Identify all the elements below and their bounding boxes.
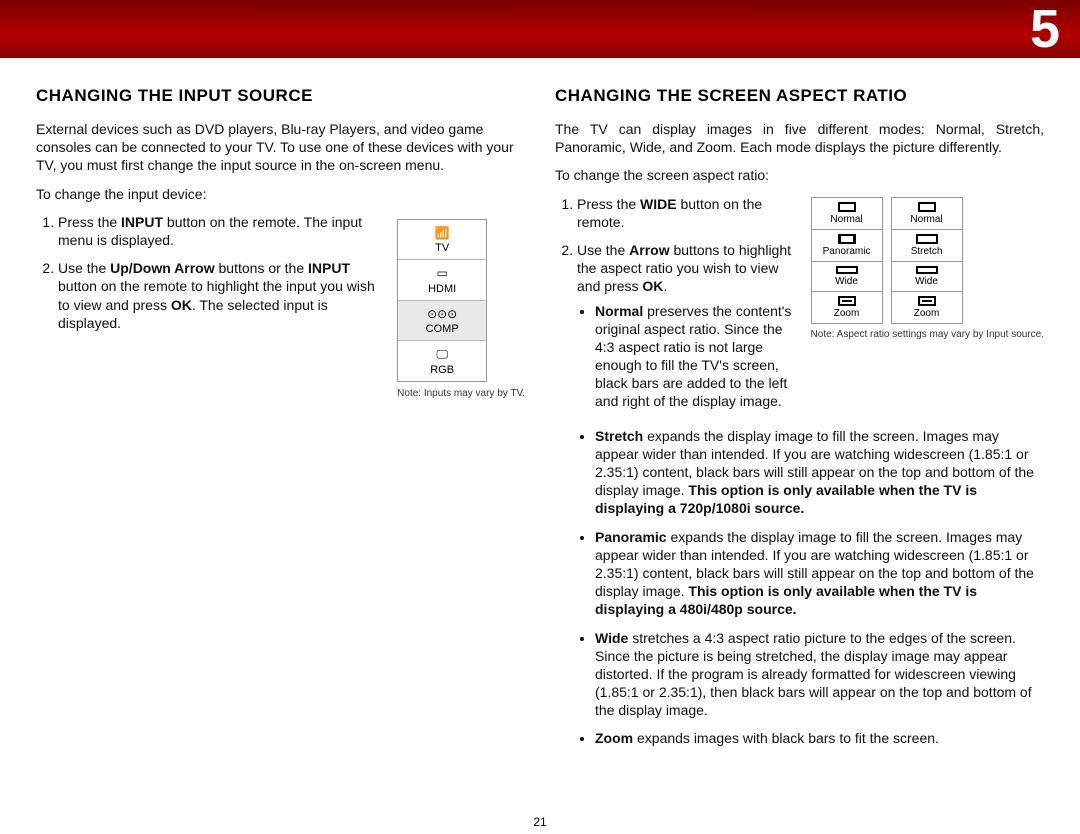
right-step-1: Press the WIDE button on the remote. bbox=[577, 195, 797, 231]
aspect-b-wide: Wide bbox=[891, 261, 963, 292]
mode-zoom: Zoom expands images with black bars to f… bbox=[595, 729, 1044, 747]
aspect-a-zoom: Zoom bbox=[811, 291, 883, 324]
left-intro: External devices such as DVD players, Bl… bbox=[36, 120, 525, 175]
mode-panoramic: Panoramic expands the display image to f… bbox=[595, 528, 1044, 619]
page-number: 21 bbox=[0, 815, 1080, 829]
left-heading: CHANGING THE INPUT SOURCE bbox=[36, 86, 525, 106]
page-content: CHANGING THE INPUT SOURCE External devic… bbox=[0, 58, 1080, 768]
aspect-table-a: Normal Panoramic Wide Zoom bbox=[811, 197, 883, 323]
right-intro: The TV can display images in five differ… bbox=[555, 120, 1044, 156]
antenna-icon: 📶 bbox=[402, 226, 482, 240]
aspect-table-b: Normal Stretch Wide Zoom bbox=[891, 197, 963, 323]
aspect-b-zoom: Zoom bbox=[891, 291, 963, 324]
left-steps: Press the INPUT button on the remote. Th… bbox=[36, 213, 385, 332]
chapter-header: 5 bbox=[0, 0, 1080, 58]
left-step-2: Use the Up/Down Arrow buttons or the INP… bbox=[58, 259, 385, 332]
input-row-comp: ⊙⊙⊙COMP bbox=[398, 301, 486, 342]
chapter-number: 5 bbox=[1030, 0, 1060, 58]
aspect-a-wide: Wide bbox=[811, 261, 883, 292]
aspect-a-normal: Normal bbox=[811, 197, 883, 230]
right-step-2: Use the Arrow buttons to highlight the a… bbox=[577, 241, 797, 411]
aspect-a-panoramic: Panoramic bbox=[811, 229, 883, 262]
aspect-b-stretch: Stretch bbox=[891, 229, 963, 262]
mode-stretch: Stretch expands the display image to fil… bbox=[595, 427, 1044, 518]
aspect-b-normal: Normal bbox=[891, 197, 963, 230]
input-menu: 📶TV ▭HDMI ⊙⊙⊙COMP 🖵RGB bbox=[397, 219, 487, 382]
aspect-figure: Normal Panoramic Wide Zoom Normal Stretc… bbox=[811, 195, 1044, 421]
input-row-tv: 📶TV bbox=[398, 220, 486, 261]
input-menu-figure: 📶TV ▭HDMI ⊙⊙⊙COMP 🖵RGB Note: Inputs may … bbox=[397, 213, 525, 400]
right-note: Note: Aspect ratio settings may vary by … bbox=[811, 329, 1044, 341]
left-column: CHANGING THE INPUT SOURCE External devic… bbox=[36, 86, 525, 758]
monitor-icon: 🖵 bbox=[402, 347, 482, 361]
aspect-mode-list-continued: Stretch expands the display image to fil… bbox=[555, 427, 1044, 748]
left-lead: To change the input device: bbox=[36, 185, 525, 203]
hdmi-icon: ▭ bbox=[402, 266, 482, 280]
right-lead: To change the screen aspect ratio: bbox=[555, 166, 1044, 184]
mode-normal: Normal preserves the content's original … bbox=[595, 302, 797, 411]
right-steps: Press the WIDE button on the remote. Use… bbox=[555, 195, 797, 411]
left-step-1: Press the INPUT button on the remote. Th… bbox=[58, 213, 385, 249]
right-column: CHANGING THE SCREEN ASPECT RATIO The TV … bbox=[555, 86, 1044, 758]
mode-wide: Wide stretches a 4:3 aspect ratio pictur… bbox=[595, 629, 1044, 720]
input-row-hdmi: ▭HDMI bbox=[398, 260, 486, 301]
component-icon: ⊙⊙⊙ bbox=[402, 307, 482, 321]
aspect-mode-list: Normal preserves the content's original … bbox=[577, 302, 797, 411]
left-note: Note: Inputs may vary by TV. bbox=[397, 388, 525, 400]
input-row-rgb: 🖵RGB bbox=[398, 341, 486, 381]
right-heading: CHANGING THE SCREEN ASPECT RATIO bbox=[555, 86, 1044, 106]
